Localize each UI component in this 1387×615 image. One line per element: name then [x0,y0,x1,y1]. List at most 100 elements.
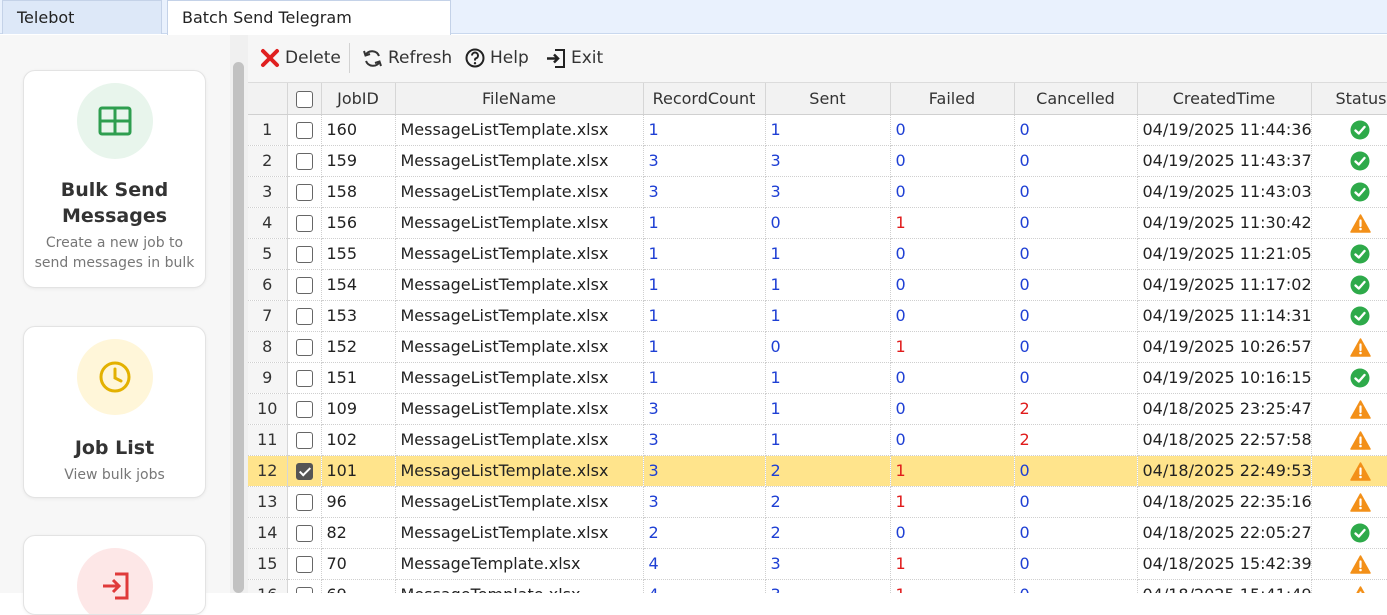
cell-failed: 1 [890,486,1015,518]
table-row[interactable]: 16 69MessageTemplate.xlsx431004/18/2025 1… [248,579,1387,593]
checkbox-box [295,277,313,294]
row-checkbox[interactable] [287,486,322,518]
row-checkbox[interactable] [287,176,322,208]
column-header-jobid[interactable]: JobID [321,83,396,115]
delete-label: Delete [285,48,341,68]
row-checkbox[interactable] [287,393,322,425]
row-checkbox[interactable] [287,362,322,394]
column-header-sent[interactable]: Sent [765,83,891,115]
cell-createdtime: 04/18/2025 22:05:27 [1137,517,1312,549]
cell-status [1311,486,1387,518]
cell-filename: MessageListTemplate.xlsx [395,517,644,549]
cell-jobid: 159 [321,145,396,177]
checkbox-box [295,339,313,356]
checkbox-box [295,122,313,139]
warning-icon [1350,585,1371,593]
tab-batch-send[interactable]: Batch Send Telegram Messages× [167,0,451,61]
exit-label: Exit [571,48,604,68]
cell-status [1311,145,1387,177]
row-checkbox[interactable] [287,238,322,270]
column-header-cancelled[interactable]: Cancelled [1014,83,1138,115]
cell-createdtime: 04/19/2025 10:26:57 [1137,331,1312,363]
row-checkbox[interactable] [287,300,322,332]
table-row[interactable]: 14 82 MessageListTemplate.xlsx 2 2 0 0 04/18/20… [248,517,1387,549]
row-checkbox[interactable] [287,331,322,363]
delete-button[interactable]: Delete [260,35,341,81]
toolbar: Delete Refresh Help Exit [248,35,1387,83]
row-checkbox[interactable] [287,207,322,239]
warning-icon [1349,399,1371,419]
table-row[interactable]: 2 159 MessageListTemplate.xlsx 3 3 0 0 04/19/20… [248,145,1387,177]
sidebar-scroll-thumb[interactable] [233,62,244,593]
row-number: 12 [248,455,288,487]
exit-button[interactable]: Exit [545,35,603,81]
cell-jobid: 151 [321,362,396,394]
cell-filename: MessageListTemplate.xlsx [395,331,644,363]
row-checkbox[interactable] [287,145,322,177]
column-header-status[interactable]: Status [1311,83,1387,115]
row-checkbox[interactable] [287,517,322,549]
cell-sent: 1 [765,238,891,270]
cell-filename: MessageListTemplate.xlsx [395,238,644,270]
table-row[interactable]: 8 152 MessageListTemplate.xlsx 1 0 1 0 04/19/20… [248,331,1387,363]
table-row[interactable]: 11 102 MessageListTemplate.xlsx 3 1 0 2 04/18/2… [248,424,1387,456]
refresh-icon [363,49,382,67]
table-row[interactable]: 5 155 MessageListTemplate.xlsx 1 1 0 0 04/19/20… [248,238,1387,270]
warning-icon [1349,461,1371,481]
exit-card[interactable] [23,535,206,615]
card-title: Bulk Send Messages [60,179,169,227]
table-row[interactable]: 7 153 MessageListTemplate.xlsx 1 1 0 0 04/19/20… [248,300,1387,332]
cell-jobid: 109 [321,393,396,425]
table-row[interactable]: 6 154 MessageListTemplate.xlsx 1 1 0 0 04/19/20… [248,269,1387,301]
row-checkbox[interactable] [287,424,322,456]
checkbox-box [295,463,313,480]
cell-jobid: 156 [321,207,396,239]
cell-filename: MessageListTemplate.xlsx [395,269,644,301]
success-icon [1350,306,1370,326]
table-row[interactable]: 3 158 MessageListTemplate.xlsx 3 3 0 0 04/19/20… [248,176,1387,208]
column-header-recordcount[interactable]: RecordCount [643,83,766,115]
table-row[interactable]: 4 156 MessageListTemplate.xlsx 1 0 1 0 04/19/20… [248,207,1387,239]
table-row[interactable]: 13 96 MessageListTemplate.xlsx 3 2 1 0 04/18/20… [248,486,1387,518]
column-header-createdtime[interactable]: CreatedTime [1137,83,1312,115]
row-checkbox[interactable] [287,579,322,593]
cell-failed: 1 [890,207,1015,239]
table-row[interactable]: 10 109 MessageListTemplate.xlsx 3 1 0 2 04/18/2… [248,393,1387,425]
column-header-failed[interactable]: Failed [890,83,1015,115]
table-row[interactable]: 15 70 MessageTemplate.xlsx 4 3 1 0 04/18/2025 1… [248,548,1387,580]
cell-cancelled: 2 [1014,393,1138,425]
row-checkbox[interactable] [287,548,322,580]
help-label: Help [490,48,529,68]
table-row[interactable]: 9 151 MessageListTemplate.xlsx 1 1 0 0 04/19/20… [248,362,1387,394]
row-checkbox[interactable] [287,269,322,301]
row-checkbox[interactable] [287,455,322,487]
refresh-button[interactable]: Refresh [362,35,452,81]
cell-filename: MessageListTemplate.xlsx [395,455,644,487]
select-all-checkbox[interactable] [287,83,322,115]
bulk-send-card[interactable]: Bulk Send Messages Create a new job to s… [23,70,206,288]
cell-filename: MessageListTemplate.xlsx [395,176,644,208]
cell-failed: 0 [890,238,1015,270]
cell-filename: MessageListTemplate.xlsx [395,145,644,177]
cell-createdtime: 04/18/2025 23:25:47 [1137,393,1312,425]
cell-status [1311,424,1387,456]
cell-recordcount: 1 [643,207,766,239]
cell-cancelled: 0 [1014,300,1138,332]
cell-jobid: 82 [321,517,396,549]
row-checkbox[interactable] [287,114,322,146]
cell-status [1311,269,1387,301]
tab-telebot-manager[interactable]: Telebot Manager [2,0,162,61]
job-list-card[interactable]: Job List View bulk jobs [23,326,206,498]
column-header-filename[interactable]: FileName [395,83,644,115]
row-number: 11 [248,424,288,456]
table-row[interactable]: 12 101 MessageListTemplate.xlsx 3 2 1 0 04/18/2… [248,455,1387,487]
checkbox-box [295,246,313,263]
warning-icon [1349,492,1371,512]
table-row[interactable]: 1 160 MessageListTemplate.xlsx 1 1 0 0 04/19/20… [248,114,1387,146]
help-button[interactable]: Help [465,35,529,81]
checkbox-box [295,90,313,108]
sidebar: Bulk Send Messages Create a new job to s… [0,35,230,615]
cell-jobid: 158 [321,176,396,208]
checkbox-box [295,215,313,232]
cell-status [1311,238,1387,270]
